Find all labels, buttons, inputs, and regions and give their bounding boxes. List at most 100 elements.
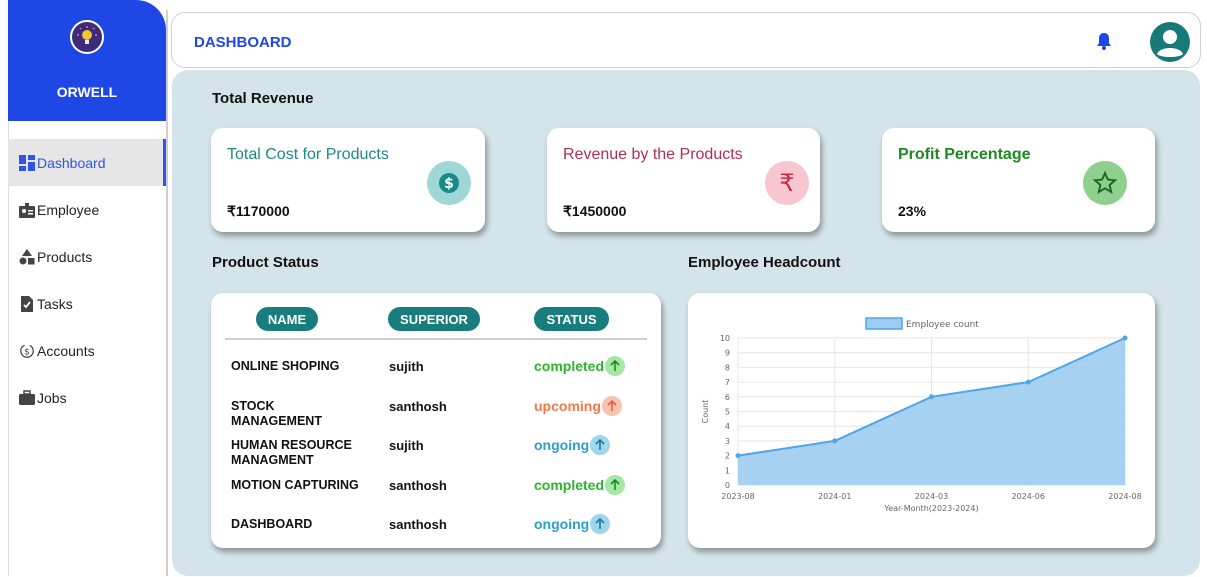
- star-icon: [1083, 161, 1127, 205]
- rupee-icon: ₹: [765, 161, 809, 205]
- x-tick-label: 2024-08: [1108, 492, 1141, 501]
- sidebar-item-products[interactable]: Products: [8, 233, 166, 280]
- dashboard-icon: [19, 154, 35, 171]
- sidebar-item-label: Jobs: [37, 389, 67, 406]
- header-divider: [225, 338, 647, 340]
- y-tick-label: 8: [725, 363, 730, 372]
- section-title-revenue: Total Revenue: [212, 90, 314, 107]
- brand-name: ORWELL: [56, 84, 118, 100]
- svg-text:$: $: [24, 347, 30, 357]
- x-tick-label: 2024-06: [1012, 492, 1045, 501]
- arrow-up-icon: [590, 435, 611, 455]
- sidebar-item-dashboard[interactable]: Dashboard: [8, 139, 166, 186]
- table-cell-superior: sujith: [389, 438, 424, 453]
- y-tick-label: 2: [725, 452, 730, 461]
- kpi-title: Revenue by the Products: [563, 146, 743, 163]
- y-axis-label: Count: [701, 400, 710, 424]
- sidebar-item-label: Accounts: [37, 342, 95, 359]
- table-cell-superior: santhosh: [389, 478, 447, 493]
- kpi-card-revenue: Revenue by the Products ₹ ₹1450000: [547, 128, 820, 232]
- kpi-value: ₹1170000: [227, 203, 290, 219]
- products-icon: [19, 248, 35, 265]
- y-tick-label: 4: [725, 422, 730, 431]
- headcount-chart-card: 0 1 2 3 4 5 6 7 8 9 10 2023-08 2024-01 2024-03 2024-06…: [688, 293, 1155, 548]
- svg-text:$: $: [444, 176, 454, 192]
- table-cell-name: MOTION CAPTURING: [231, 478, 359, 492]
- y-tick-label: 3: [725, 437, 730, 446]
- kpi-title: Profit Percentage: [898, 146, 1031, 163]
- status-label: ongoing: [534, 515, 590, 532]
- data-point: [1025, 379, 1031, 385]
- accounts-icon: $: [19, 343, 35, 359]
- lightbulb-logo-icon: [70, 20, 104, 54]
- status-label: completed: [534, 476, 605, 493]
- data-point: [735, 453, 741, 459]
- table-cell-name: STOCK MANAGEMENT: [231, 399, 322, 428]
- sidebar-nav: Dashboard Employee Products Tasks $ Acco…: [8, 139, 166, 421]
- legend-swatch: [865, 317, 903, 330]
- data-point: [832, 438, 838, 444]
- y-tick-label: 7: [725, 378, 730, 387]
- sidebar-item-accounts[interactable]: $ Accounts: [8, 327, 166, 374]
- table-cell-name: DASHBOARD: [231, 517, 313, 531]
- table-cell-status: completed: [534, 356, 626, 376]
- sidebar-item-label: Products: [37, 248, 93, 265]
- status-label: ongoing: [534, 436, 590, 453]
- y-tick-label: 6: [725, 393, 730, 402]
- headcount-chart: 0 1 2 3 4 5 6 7 8 9 10 2023-08 2024-01 2024-03 2024-06…: [701, 317, 1142, 513]
- y-tick-label: 0: [725, 481, 730, 490]
- kpi-card-profit: Profit Percentage 23%: [882, 128, 1155, 232]
- arrow-up-icon: [605, 356, 626, 376]
- table-cell-name: HUMAN RESOURCE MANAGMENT: [231, 438, 352, 467]
- y-tick-label: 1: [725, 466, 730, 475]
- table-cell-superior: sujith: [389, 359, 424, 374]
- status-label: completed: [534, 357, 605, 374]
- jobs-icon: [19, 389, 35, 406]
- arrow-up-icon: [601, 396, 622, 416]
- x-tick-label: 2023-08: [721, 492, 754, 501]
- kpi-value: 23%: [898, 203, 927, 219]
- table-cell-superior: santhosh: [389, 517, 447, 532]
- column-header-name[interactable]: NAME: [256, 307, 318, 331]
- dollar-icon: $: [427, 161, 471, 205]
- table-cell-status: upcoming: [534, 396, 622, 416]
- table-cell-status: ongoing: [534, 514, 611, 534]
- arrow-up-icon: [590, 514, 611, 534]
- bell-icon[interactable]: [1094, 31, 1114, 51]
- tasks-icon: [19, 295, 35, 312]
- x-tick-label: 2024-03: [915, 492, 948, 501]
- column-header-superior[interactable]: SUPERIOR: [388, 307, 480, 331]
- sidebar-item-employee[interactable]: Employee: [8, 186, 166, 233]
- sidebar-item-jobs[interactable]: Jobs: [8, 374, 166, 421]
- brand-panel: ORWELL: [8, 0, 166, 121]
- table-cell-status: completed: [534, 475, 626, 495]
- y-tick-label: 10: [720, 334, 730, 343]
- y-tick-label: 9: [725, 349, 730, 358]
- kpi-card-cost: Total Cost for Products $ ₹1170000: [211, 128, 485, 232]
- sidebar-item-label: Employee: [37, 201, 100, 218]
- arrow-up-icon: [605, 475, 626, 495]
- kpi-value: ₹1450000: [563, 203, 627, 219]
- x-tick-label: 2024-01: [818, 492, 851, 501]
- kpi-title: Total Cost for Products: [227, 146, 389, 163]
- legend-label: Employee count: [906, 320, 979, 330]
- sidebar-item-label: Tasks: [37, 295, 73, 312]
- avatar[interactable]: [1149, 21, 1191, 63]
- sidebar-item-label: Dashboard: [37, 154, 106, 171]
- employee-icon: [19, 202, 35, 218]
- table-cell-superior: santhosh: [389, 399, 447, 414]
- product-status-table: NAME SUPERIOR STATUS ONLINE SHOPING suji…: [211, 293, 661, 548]
- table-cell-name: ONLINE SHOPING: [231, 359, 340, 373]
- x-axis-label: Year-Month(2023-2024): [883, 504, 978, 513]
- main-content: Total Revenue Total Cost for Products $ …: [172, 70, 1200, 576]
- page-title: DASHBOARD: [194, 34, 292, 51]
- data-point: [1122, 335, 1128, 341]
- column-header-status[interactable]: STATUS: [534, 307, 609, 331]
- y-tick-label: 5: [725, 408, 730, 417]
- sidebar-item-tasks[interactable]: Tasks: [8, 280, 166, 327]
- table-cell-status: ongoing: [534, 435, 611, 455]
- section-title-headcount: Employee Headcount: [688, 254, 841, 271]
- top-bar: DASHBOARD: [171, 12, 1201, 68]
- section-title-product-status: Product Status: [212, 254, 319, 271]
- app: ORWELL Dashboard Employee Products Tasks: [0, 0, 1207, 577]
